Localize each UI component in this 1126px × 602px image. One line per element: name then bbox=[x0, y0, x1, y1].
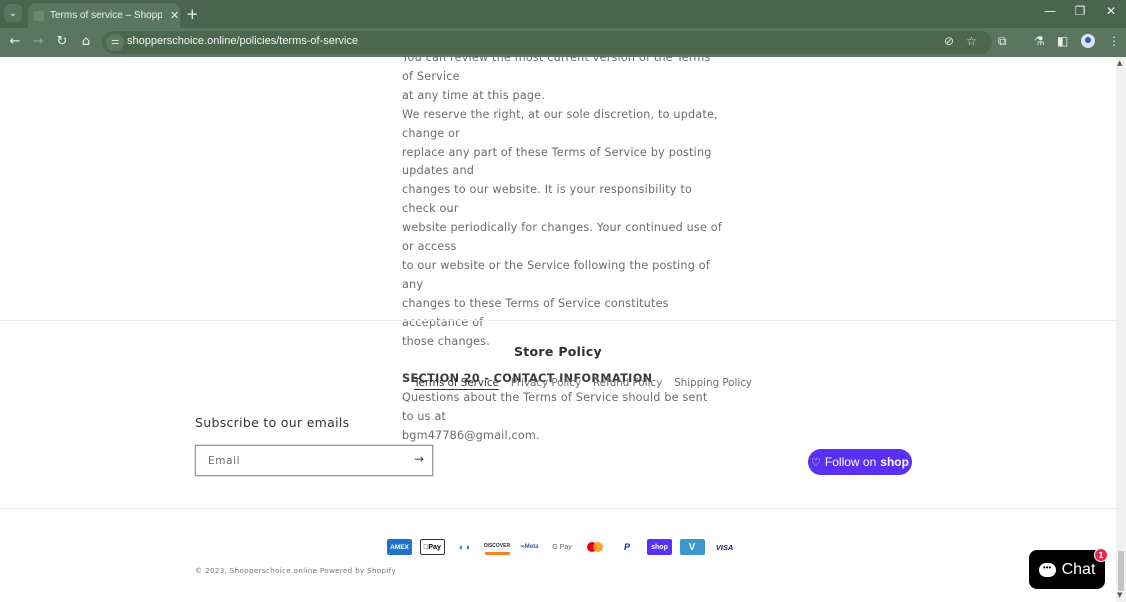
browser-chrome: ⌄ Terms of service – Shopperschoice.onli… bbox=[0, 0, 1126, 57]
arrow-right-icon[interactable]: → bbox=[414, 452, 424, 466]
policy-link-privacy[interactable]: Privacy Policy bbox=[511, 377, 581, 389]
follow-label: Follow on bbox=[824, 455, 877, 469]
text-line: You can review the most current version … bbox=[402, 57, 711, 83]
text-line: changes to our website. It is your respo… bbox=[402, 183, 692, 216]
subscribe-title: Subscribe to our emails bbox=[195, 415, 350, 430]
page-viewport: You can review the most current version … bbox=[0, 57, 1116, 602]
new-tab-button[interactable]: + bbox=[186, 5, 199, 23]
heart-icon: ♡ bbox=[811, 456, 821, 469]
shop-brand: shop bbox=[880, 455, 909, 469]
text-line: to our website or the Service following … bbox=[402, 258, 710, 291]
site-info-icon[interactable]: ⚌ bbox=[106, 34, 124, 51]
minimize-icon[interactable]: — bbox=[1040, 4, 1060, 18]
payment-icon-venmo: V bbox=[679, 539, 705, 555]
restore-icon[interactable]: ❐ bbox=[1070, 4, 1090, 18]
divider bbox=[0, 320, 1116, 321]
star-icon[interactable]: ☆ bbox=[966, 34, 977, 48]
email-field[interactable]: → bbox=[195, 445, 433, 476]
payment-icon-gpay: G Pay bbox=[549, 539, 575, 555]
scroll-up-icon[interactable]: ▲ bbox=[1117, 59, 1122, 67]
policy-links: Terms of Service Privacy Policy Refund P… bbox=[414, 377, 752, 389]
tab-list-button[interactable]: ⌄ bbox=[4, 4, 22, 22]
side-panel-icon[interactable]: ◧ bbox=[1057, 34, 1068, 48]
follow-on-shop-button[interactable]: ♡ Follow on shop bbox=[808, 449, 912, 475]
copyright: © 2023, Shopperschoice.online Powered by… bbox=[195, 566, 396, 575]
payment-icon-amex: AMEX bbox=[387, 539, 412, 555]
text-line: website periodically for changes. Your c… bbox=[402, 221, 722, 254]
payment-icons: AMEX Pay ◐◑ DISCOVER ∞Meta G Pay Pshop V VISA bbox=[387, 539, 737, 555]
close-icon[interactable]: ✕ bbox=[170, 9, 179, 22]
policy-link-terms[interactable]: Terms of Service bbox=[414, 377, 499, 389]
text-line: at any time at this page. bbox=[402, 88, 546, 102]
chat-bubble-icon: ••• bbox=[1038, 562, 1056, 577]
payment-icon-visa: VISA bbox=[712, 539, 737, 555]
tab-strip: ⌄ Terms of service – Shopperschoice.onli… bbox=[0, 0, 1126, 28]
scrollbar-thumb[interactable] bbox=[1118, 551, 1124, 591]
text-line: Questions about the Terms of Service sho… bbox=[402, 391, 708, 424]
payment-icon-diners: ◐◑ bbox=[452, 539, 477, 555]
chevron-down-icon: ⌄ bbox=[8, 7, 18, 19]
text-line: replace any part of these Terms of Servi… bbox=[402, 145, 712, 178]
home-button[interactable]: ⌂ bbox=[76, 33, 96, 51]
payment-icon-apple: Pay bbox=[419, 539, 445, 555]
text-line: changes to these Terms of Service consti… bbox=[402, 296, 669, 329]
payment-icon-paypal: P bbox=[614, 539, 640, 555]
eye-off-icon[interactable]: ⊘ bbox=[944, 34, 954, 48]
reload-button[interactable]: ↻ bbox=[52, 33, 72, 51]
toolbar: ← → ↻ ⌂ ⚌ shopperschoice.online/policies… bbox=[0, 28, 1126, 57]
payment-icon-shoppay: shop bbox=[647, 539, 672, 555]
email-input[interactable] bbox=[208, 452, 398, 470]
store-policy-title: Store Policy bbox=[513, 344, 603, 359]
kebab-menu-icon[interactable]: ⋮ bbox=[1108, 34, 1120, 48]
scrollbar[interactable]: ▲ ▼ bbox=[1116, 57, 1126, 602]
close-window-icon[interactable]: ✕ bbox=[1101, 4, 1121, 18]
forward-button[interactable]: → bbox=[28, 33, 48, 51]
favicon-icon bbox=[34, 10, 44, 21]
scroll-down-icon[interactable]: ▼ bbox=[1117, 591, 1122, 599]
tab-title: Terms of service – Shopperschoice.online bbox=[50, 10, 162, 21]
tab-active[interactable]: Terms of service – Shopperschoice.online… bbox=[28, 3, 180, 28]
chat-label: Chat bbox=[1061, 560, 1096, 578]
payment-icon-master bbox=[582, 539, 607, 555]
divider bbox=[0, 508, 1116, 509]
policy-link-refund[interactable]: Refund Policy bbox=[593, 377, 662, 389]
back-button[interactable]: ← bbox=[5, 33, 25, 51]
chat-badge: 1 bbox=[1094, 548, 1108, 562]
puzzle-icon[interactable]: ⧉ bbox=[998, 34, 1007, 49]
url-text[interactable]: shopperschoice.online/policies/terms-of-… bbox=[127, 35, 358, 47]
text-line: We reserve the right, at our sole discre… bbox=[402, 107, 718, 140]
payment-icon-meta: ∞Meta bbox=[517, 539, 542, 555]
flask-icon[interactable]: ⚗ bbox=[1034, 34, 1045, 48]
text-line: bgm47786@gmail.com. bbox=[402, 429, 540, 443]
payment-icon-discover: DISCOVER bbox=[484, 539, 510, 555]
policy-link-shipping[interactable]: Shipping Policy bbox=[674, 377, 752, 389]
address-bar[interactable]: ⚌ shopperschoice.online/policies/terms-o… bbox=[102, 31, 992, 54]
avatar-icon[interactable] bbox=[1081, 34, 1095, 48]
